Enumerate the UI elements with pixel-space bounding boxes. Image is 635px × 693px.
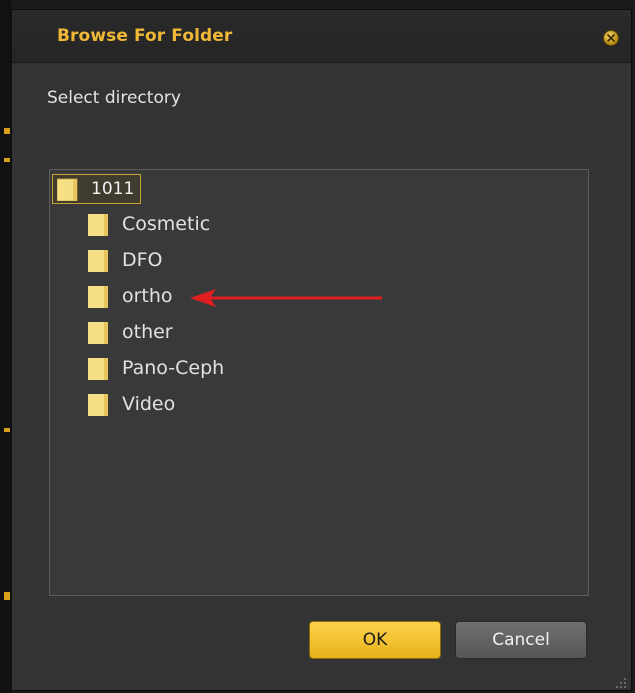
close-icon	[607, 34, 615, 42]
folder-icon	[88, 248, 110, 272]
browse-folder-dialog: Browse For Folder Select directory 1011	[11, 9, 632, 691]
tree-item-cosmetic[interactable]: Cosmetic	[88, 210, 210, 238]
tree-item-label: ortho	[122, 285, 173, 307]
background-marker	[4, 428, 10, 432]
folder-icon	[88, 392, 110, 416]
red-arrow-icon	[190, 288, 384, 312]
background-marker	[4, 128, 10, 134]
select-directory-label: Select directory	[47, 88, 181, 108]
dialog-title: Browse For Folder	[57, 26, 233, 46]
folder-icon	[88, 284, 110, 308]
background-app-edge	[0, 0, 11, 693]
tree-item-label: Pano-Ceph	[122, 357, 225, 379]
folder-tree[interactable]: 1011 Cosmetic DFO ortho other Pano-Ceph …	[49, 169, 589, 596]
tree-item-label: other	[122, 321, 173, 343]
folder-icon	[56, 177, 79, 202]
resize-grip-icon[interactable]	[615, 674, 627, 688]
tree-item-dfo[interactable]: DFO	[88, 246, 163, 274]
dialog-titlebar[interactable]: Browse For Folder	[12, 10, 631, 63]
background-marker	[4, 158, 10, 162]
background-marker	[4, 592, 10, 600]
folder-icon	[88, 212, 110, 236]
folder-icon	[88, 356, 110, 380]
tree-item-other[interactable]: other	[88, 318, 173, 346]
cancel-button[interactable]: Cancel	[455, 621, 587, 659]
folder-icon	[88, 320, 110, 344]
tree-item-video[interactable]: Video	[88, 390, 175, 418]
tree-item-label: Video	[122, 393, 176, 415]
tree-item-pano-ceph[interactable]: Pano-Ceph	[88, 354, 224, 382]
close-button[interactable]	[603, 30, 619, 46]
tree-item-ortho[interactable]: ortho	[88, 282, 173, 310]
tree-item-label: Cosmetic	[122, 213, 211, 235]
tree-item-label: DFO	[122, 249, 163, 271]
ok-button[interactable]: OK	[309, 621, 441, 659]
tree-item-1011[interactable]: 1011	[52, 174, 142, 204]
tree-item-label: 1011	[91, 179, 135, 199]
